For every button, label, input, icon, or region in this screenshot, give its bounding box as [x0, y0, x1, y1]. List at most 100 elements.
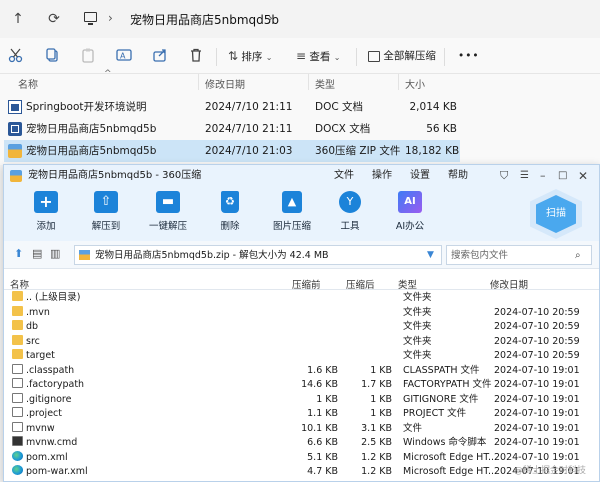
- archive-row[interactable]: target 文件夹 2024-07-10 20:59: [8, 349, 588, 364]
- watermark-text: @稀土掘金时科技: [514, 466, 587, 476]
- file-date: 2024/7/10 21:11: [205, 123, 293, 135]
- archive-name: mvnw: [26, 422, 55, 434]
- archive-date: 2024-07-10 20:59: [494, 350, 580, 361]
- sort-button[interactable]: ⇅ 排序 ⌄: [228, 47, 272, 65]
- archive-name: mvnw.cmd: [26, 437, 78, 448]
- archive-row[interactable]: db 文件夹 2024-07-10 20:59: [8, 320, 588, 335]
- share-icon[interactable]: [152, 47, 168, 65]
- search-icon[interactable]: ⌕: [575, 246, 581, 265]
- sort-label: 排序: [241, 51, 263, 63]
- archive-type: 文件夹: [403, 350, 432, 361]
- archive-before: 5.1 KB: [307, 451, 338, 463]
- menu-file[interactable]: 文件: [334, 165, 354, 187]
- file-row[interactable]: 宠物日用品商店5nbmqd5b 2024/7/10 21:11 DOCX 文档 …: [4, 118, 460, 140]
- zip-title-bar: 宠物日用品商店5nbmqd5b - 360压缩 文件 操作 设置 帮助 ⛉ ☰ …: [4, 165, 599, 187]
- archive-type: GITIGNORE 文件: [403, 393, 479, 405]
- archive-row[interactable]: .gitignore 1 KB 1 KB GITIGNORE 文件 2024-07-10…: [8, 392, 588, 408]
- dropdown-arrow-icon[interactable]: ▼: [427, 246, 434, 265]
- chevron-right-icon[interactable]: ›: [268, 11, 273, 25]
- archive-name: pom.xml: [26, 451, 68, 463]
- file-icon: [12, 421, 23, 432]
- tools-button[interactable]: Y 工具: [330, 191, 370, 232]
- one-click-extract-button[interactable]: ▬ 一键解压: [148, 191, 188, 232]
- archive-row[interactable]: src 文件夹 2024-07-10 20:59: [8, 334, 588, 350]
- extract-to-button[interactable]: ⇧ 解压到: [86, 191, 126, 232]
- file-type: DOCX 文档: [315, 123, 371, 135]
- archive-after: 1.7 KB: [361, 379, 392, 390]
- close-icon[interactable]: ✕: [578, 165, 588, 187]
- archive-name: .gitignore: [26, 393, 72, 405]
- archive-row[interactable]: mvnw 10.1 KB 3.1 KB 文件 2024-07-10 19:01: [8, 421, 588, 437]
- add-icon: +: [34, 191, 58, 213]
- list-view-icon[interactable]: ▥: [50, 247, 60, 260]
- file-name: 宠物日用品商店5nbmqd5b: [26, 145, 157, 157]
- archive-row[interactable]: .mvn 文件夹 2024-07-10 20:59: [8, 305, 588, 321]
- extract-all-label: 全部解压缩: [383, 50, 436, 62]
- archive-type: FACTORYPATH 文件: [403, 379, 492, 390]
- column-header-name[interactable]: 名称: [18, 76, 38, 91]
- shirt-skin-icon[interactable]: ⛉: [500, 165, 508, 187]
- this-pc-icon[interactable]: [84, 12, 97, 22]
- paste-icon[interactable]: [80, 47, 96, 65]
- minimize-icon[interactable]: –: [540, 165, 546, 187]
- archive-date: 2024-07-10 20:59: [494, 306, 580, 318]
- view-button[interactable]: ≡ 查看 ⌄: [296, 47, 340, 65]
- archive-row[interactable]: pom.xml 5.1 KB 1.2 KB Microsoft Edge HT... 2…: [8, 450, 588, 466]
- delete-icon: ♻: [221, 191, 239, 213]
- archive-type: 文件夹: [403, 306, 432, 318]
- image-compress-icon: ▲: [282, 191, 302, 213]
- scan-shield-icon[interactable]: 扫描: [530, 189, 582, 239]
- archive-after: 1.2 KB: [361, 466, 392, 477]
- zip-window-title: 宠物日用品商店5nbmqd5b - 360压缩: [28, 170, 202, 181]
- menu-help[interactable]: 帮助: [448, 165, 468, 187]
- archive-type: 文件: [403, 422, 423, 434]
- file-type: 360压缩 ZIP 文件: [315, 145, 401, 157]
- archive-name: target: [26, 350, 55, 361]
- add-button[interactable]: + 添加: [26, 191, 66, 232]
- extract-all-button[interactable]: 全部解压缩: [368, 47, 436, 65]
- archive-row[interactable]: .factorypath 14.6 KB 1.7 KB FACTORYPATH 文件 2…: [8, 378, 588, 393]
- rename-icon[interactable]: A: [116, 47, 132, 65]
- edge-browser-icon: [12, 450, 23, 461]
- file-row-selected[interactable]: 宠物日用品商店5nbmqd5b 2024/7/10 21:03 360压缩 ZI…: [4, 140, 460, 162]
- delete-trash-icon[interactable]: [188, 47, 204, 65]
- archive-row[interactable]: .project 1.1 KB 1 KB PROJECT 文件 2024-07-10 1…: [8, 407, 588, 422]
- menu-operate[interactable]: 操作: [372, 165, 392, 187]
- copy-icon[interactable]: [44, 47, 60, 65]
- more-options-button[interactable]: •••: [458, 47, 480, 65]
- file-date: 2024/7/10 21:11: [205, 101, 293, 113]
- delete-button[interactable]: ♻ 删除: [210, 191, 250, 232]
- cmd-script-icon: [12, 436, 23, 446]
- monitor-stand: [88, 23, 93, 25]
- ai-office-button[interactable]: AI AI办公: [390, 191, 430, 232]
- up-arrow-icon[interactable]: ↑: [8, 9, 28, 29]
- up-arrow-icon[interactable]: ⬆: [14, 247, 23, 260]
- extract-to-icon: ⇧: [94, 191, 118, 213]
- one-click-extract-label: 一键解压: [148, 221, 187, 232]
- archive-row[interactable]: mvnw.cmd 6.6 KB 2.5 KB Windows 命令脚本 2024-07-…: [8, 436, 588, 451]
- maximize-icon[interactable]: □: [558, 165, 567, 187]
- archive-row[interactable]: .classpath 1.6 KB 1 KB CLASSPATH 文件 2024-07-…: [8, 363, 588, 379]
- svg-text:A: A: [120, 52, 126, 61]
- column-header-size[interactable]: 大小: [405, 76, 425, 91]
- cut-icon[interactable]: [8, 47, 24, 65]
- refresh-icon[interactable]: ⟳: [44, 9, 64, 29]
- image-compress-button[interactable]: ▲ 图片压缩: [268, 191, 316, 232]
- menu-lines-icon[interactable]: ☰: [520, 165, 529, 187]
- archive-row[interactable]: pom-war.xml 4.7 KB 1.2 KB Microsoft Edge HT…: [8, 465, 588, 480]
- archive-row[interactable]: .. (上级目录) 文件夹: [8, 291, 588, 306]
- breadcrumb-item[interactable]: 宠物日用品商店5nbmqd5b: [130, 11, 279, 28]
- column-header-type[interactable]: 类型: [315, 76, 335, 91]
- view-label: 查看: [309, 51, 331, 63]
- path-field[interactable]: 宠物日用品商店5nbmqd5b.zip - 解包大小为 42.4 MB ▼: [74, 245, 442, 265]
- file-icon: [12, 363, 23, 374]
- search-field[interactable]: 搜索包内文件 ⌕: [446, 245, 592, 265]
- file-type: DOC 文档: [315, 101, 364, 113]
- menu-settings[interactable]: 设置: [410, 165, 430, 187]
- file-row[interactable]: Springboot开发环境说明 2024/7/10 21:11 DOC 文档 …: [4, 96, 460, 118]
- tools-label: 工具: [340, 221, 360, 232]
- chevron-down-icon: ⌄: [333, 53, 341, 62]
- file-explorer-window: ↑ ⟳ › 宠物日用品商店5nbmqd5b › A ⇅ 排序 ⌄ ≡ 查看 ⌄ …: [0, 0, 600, 165]
- view-toggle-icon[interactable]: ▤: [32, 247, 42, 260]
- column-header-date[interactable]: 修改日期: [205, 76, 245, 91]
